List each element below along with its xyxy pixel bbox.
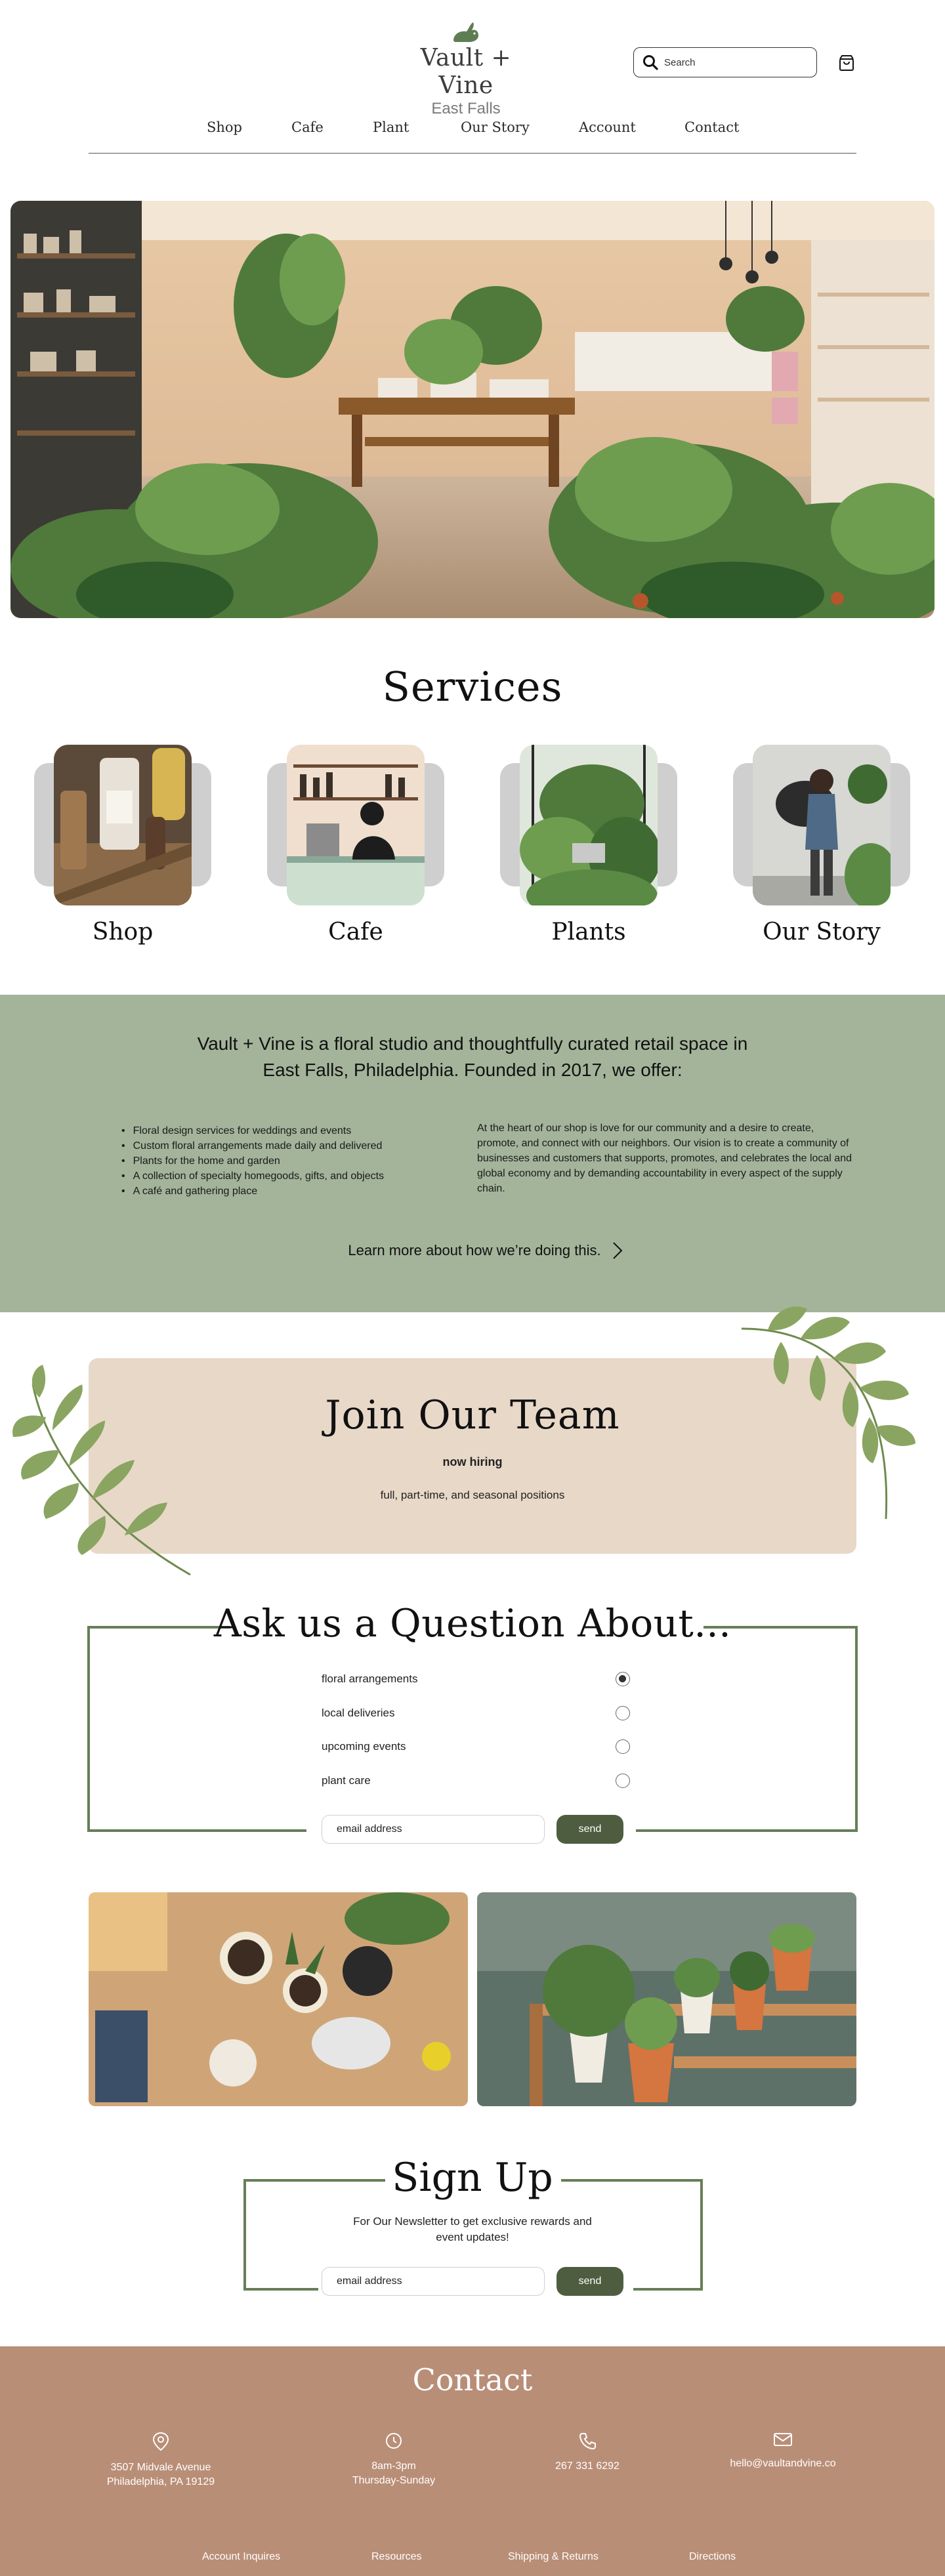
email-block[interactable]: hello@vaultandvine.co: [684, 2432, 881, 2471]
list-item: Custom floral arrangements made daily an…: [121, 1138, 450, 1153]
service-image-plants: [520, 745, 658, 905]
phone-block[interactable]: 267 331 6292: [489, 2432, 686, 2474]
question-send-button[interactable]: send: [556, 1815, 623, 1844]
phone-icon: [579, 2433, 596, 2450]
signup-send-button[interactable]: send: [556, 2267, 623, 2296]
question-option-floral[interactable]: floral arrangements: [322, 1669, 630, 1689]
signup-title: Sign Up: [392, 2155, 553, 2201]
search-input[interactable]: [664, 56, 808, 68]
shop-interior-image: [10, 201, 934, 618]
email-text: hello@vaultandvine.co: [730, 2458, 836, 2469]
question-option-deliveries[interactable]: local deliveries: [322, 1703, 630, 1723]
question-option-plant-care[interactable]: plant care: [322, 1771, 630, 1791]
fern-leaf-left-icon: [12, 1365, 191, 1576]
brand-name: Vault + Vine: [420, 45, 512, 99]
clock-icon: [386, 2433, 402, 2449]
question-email-row: send: [322, 1815, 623, 1844]
footer-link-account-inquires[interactable]: Account Inquires: [202, 2551, 280, 2563]
list-item: A café and gathering place: [121, 1184, 450, 1199]
service-image-shop: [54, 745, 192, 905]
question-title: Ask us a Question About...: [213, 1601, 732, 1646]
list-item: A collection of specialty homegoods, gif…: [121, 1169, 450, 1184]
option-label: local deliveries: [322, 1707, 395, 1719]
nav-our-story[interactable]: Our Story: [461, 119, 530, 135]
signup-email-input[interactable]: [322, 2267, 545, 2296]
service-card-our-story[interactable]: Our Story: [733, 745, 910, 945]
address-text: 3507 Midvale Avenue Philadelphia, PA 191…: [106, 2462, 215, 2487]
list-item: Floral design services for weddings and …: [121, 1123, 450, 1138]
contact-title: Contact: [412, 2362, 533, 2398]
option-label: upcoming events: [322, 1740, 406, 1753]
about-section: Vault + Vine is a floral studio and thou…: [0, 995, 945, 1312]
search-bar[interactable]: [633, 47, 817, 77]
option-label: floral arrangements: [322, 1672, 418, 1685]
potting-table-photo: [89, 1892, 468, 2106]
hero-image: [10, 201, 934, 618]
site-header: Vault + Vine East Falls Shop Cafe Plant …: [0, 0, 945, 157]
service-image-our-story: [753, 745, 891, 905]
phone-text: 267 331 6292: [555, 2461, 620, 2472]
signup-email-row: send: [322, 2267, 623, 2296]
service-label-shop: Shop: [92, 919, 154, 945]
radio-button[interactable]: [616, 1774, 630, 1788]
offerings-list: Floral design services for weddings and …: [121, 1123, 450, 1199]
learn-more-label: Learn more about how we’re doing this.: [348, 1242, 601, 1258]
nav-account[interactable]: Account: [579, 119, 636, 135]
service-label-plants: Plants: [551, 919, 626, 945]
search-icon: [643, 55, 658, 70]
footer-link-resources[interactable]: Resources: [371, 2551, 421, 2563]
chevron-right-icon: [612, 1242, 623, 1259]
hours-block: 8am-3pm Thursday-Sunday: [295, 2432, 492, 2488]
nav-plant[interactable]: Plant: [373, 119, 409, 135]
learn-more-link[interactable]: Learn more about how we’re doing this.: [335, 1239, 637, 1262]
question-option-events[interactable]: upcoming events: [322, 1737, 630, 1756]
service-label-our-story: Our Story: [763, 919, 881, 945]
logo[interactable]: Vault + Vine East Falls: [394, 21, 538, 118]
service-card-plants[interactable]: Plants: [500, 745, 677, 945]
radio-button[interactable]: [616, 1739, 630, 1754]
option-label: plant care: [322, 1774, 371, 1787]
plant-shelf-photo: [477, 1892, 856, 2106]
services-title: Services: [382, 663, 563, 711]
list-item: Plants for the home and garden: [121, 1153, 450, 1169]
service-image-cafe: [287, 745, 425, 905]
site-footer: Contact 3507 Midvale Avenue Philadelphia…: [0, 2346, 945, 2576]
location-pin-icon: [152, 2432, 169, 2451]
question-form-frame: [87, 1626, 858, 1832]
nav-cafe[interactable]: Cafe: [291, 119, 324, 135]
footer-link-directions[interactable]: Directions: [689, 2551, 736, 2563]
mail-icon: [774, 2433, 792, 2446]
fern-leaf-right-icon: [741, 1306, 915, 1520]
service-card-shop[interactable]: Shop: [34, 745, 211, 945]
shopping-bag-icon[interactable]: [837, 54, 856, 72]
hours-text: 8am-3pm Thursday-Sunday: [352, 2461, 436, 2486]
mission-text: At the heart of our shop is love for our…: [477, 1123, 852, 1194]
main-nav: Shop Cafe Plant Our Story Account Contac…: [89, 114, 856, 154]
radio-button[interactable]: [616, 1706, 630, 1720]
radio-button-selected[interactable]: [616, 1672, 630, 1686]
signup-text: For Our Newsletter to get exclusive rewa…: [353, 2215, 592, 2243]
service-card-cafe[interactable]: Cafe: [267, 745, 444, 945]
nav-contact[interactable]: Contact: [684, 119, 739, 135]
footer-link-shipping-returns[interactable]: Shipping & Returns: [508, 2551, 598, 2563]
about-title: Vault + Vine is a floral studio and thou…: [197, 1033, 748, 1080]
question-email-input[interactable]: [322, 1815, 545, 1844]
address-block[interactable]: 3507 Midvale Avenue Philadelphia, PA 191…: [62, 2432, 259, 2489]
nav-shop[interactable]: Shop: [207, 119, 242, 135]
service-label-cafe: Cafe: [328, 919, 383, 945]
rabbit-logo-icon: [453, 22, 478, 42]
